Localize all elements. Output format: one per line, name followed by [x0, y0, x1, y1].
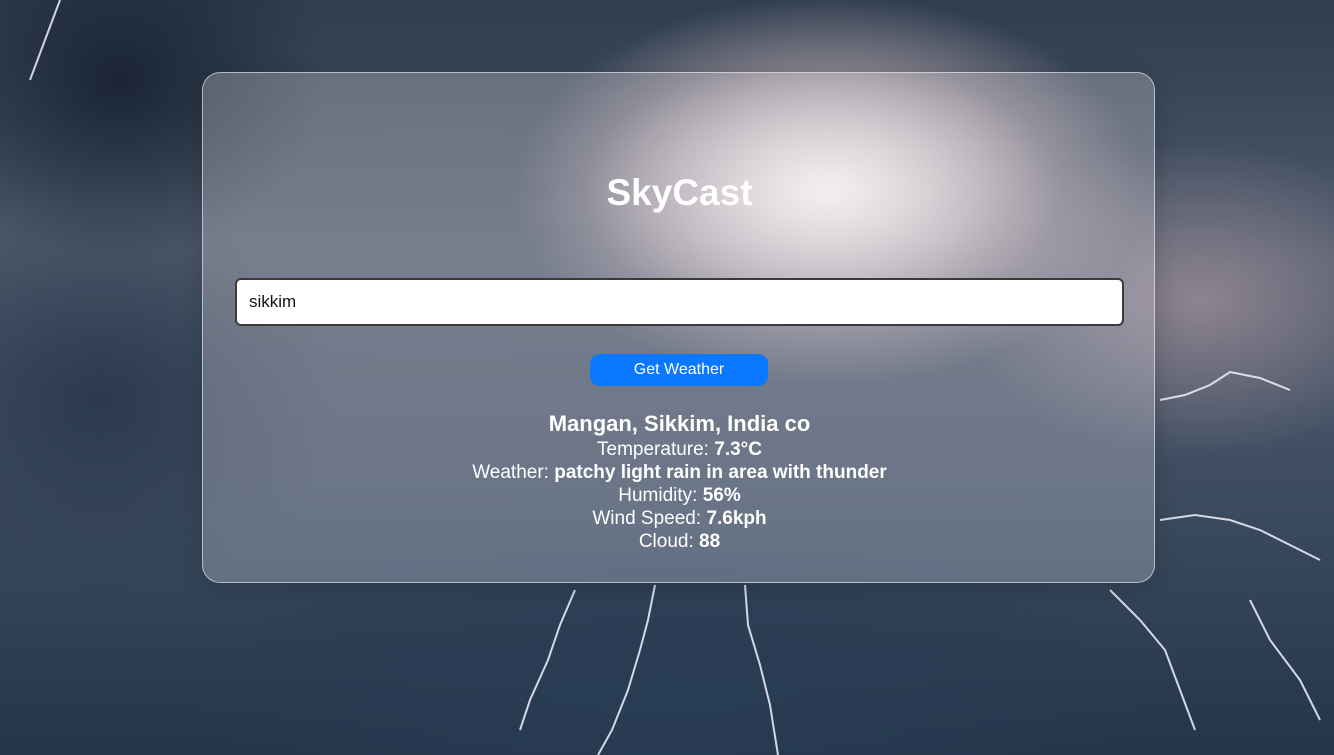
- condition-label: Weather:: [472, 462, 549, 483]
- get-weather-button[interactable]: Get Weather: [590, 354, 768, 386]
- humidity-value: 56%: [702, 485, 741, 506]
- temperature-row: Temperature: 7.3°C: [203, 438, 1156, 461]
- cloud-value: 88: [699, 531, 721, 552]
- temperature-label: Temperature:: [597, 439, 709, 460]
- cloud-row: Cloud: 88: [203, 530, 1156, 553]
- cloud-label: Cloud:: [638, 531, 694, 552]
- temperature-value: 7.3°C: [714, 439, 762, 460]
- city-search-input[interactable]: [235, 278, 1124, 326]
- app-title: SkyCast: [606, 172, 753, 213]
- wind-label: Wind Speed:: [592, 508, 702, 529]
- humidity-label: Humidity:: [618, 485, 698, 506]
- weather-result: Mangan, Sikkim, India co Temperature: 7.…: [203, 410, 1156, 553]
- weather-card: SkyCast Get Weather Mangan, Sikkim, Indi…: [202, 72, 1155, 583]
- location-name: Mangan, Sikkim, India co: [548, 411, 811, 436]
- humidity-row: Humidity: 56%: [203, 484, 1156, 507]
- wind-value: 7.6kph: [706, 508, 767, 529]
- wind-row: Wind Speed: 7.6kph: [203, 507, 1156, 530]
- condition-row: Weather: patchy light rain in area with …: [203, 461, 1156, 484]
- condition-value: patchy light rain in area with thunder: [554, 462, 887, 483]
